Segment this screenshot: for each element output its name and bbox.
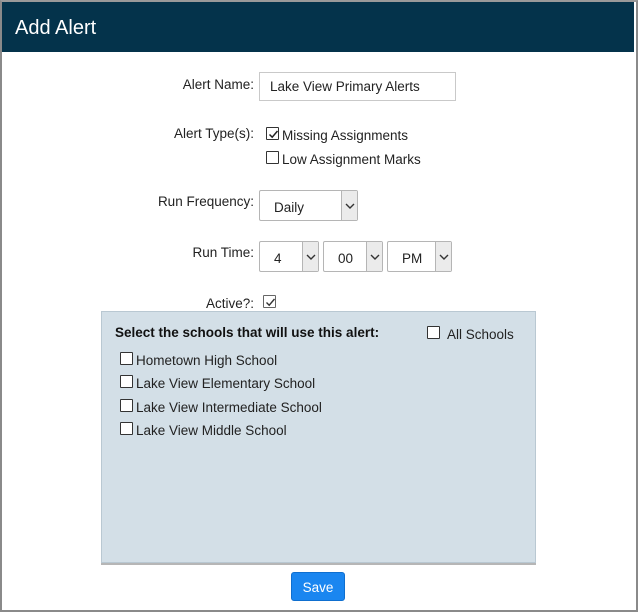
alert-name-label: Alert Name: [182,77,254,92]
chevron-down-icon [302,242,318,271]
run-time-ampm-value: PM [402,251,423,266]
missing-assignments-label: Missing Assignments [282,128,409,143]
school-checkbox-hometown-high[interactable] [120,352,133,365]
missing-assignments-checkbox[interactable] [266,127,279,140]
schools-panel: Select the schools that will use this al… [101,311,536,563]
save-button[interactable]: Save [291,572,345,601]
run-frequency-select[interactable]: Daily [259,190,358,221]
run-time-ampm-select[interactable]: PM [387,241,452,272]
alert-types-label: Alert Type(s): [173,126,254,141]
school-label: Lake View Intermediate School [136,400,322,415]
active-checkbox[interactable] [263,295,276,308]
school-checkbox-lake-view-intermediate[interactable] [120,399,133,412]
run-frequency-value: Daily [274,200,305,215]
chevron-down-icon [341,191,357,220]
chevron-down-icon [366,242,382,271]
low-assignment-marks-checkbox[interactable] [266,151,279,164]
run-time-minute-select[interactable]: 00 [323,241,383,272]
low-assignment-marks-label: Low Assignment Marks [282,152,421,167]
schools-panel-title: Select the schools that will use this al… [115,325,380,340]
alert-name-input[interactable] [259,72,456,101]
school-checkbox-lake-view-elementary[interactable] [120,375,133,388]
school-label: Hometown High School [136,353,278,368]
run-frequency-label: Run Frequency: [157,194,254,209]
chevron-down-icon [435,242,451,271]
all-schools-label: All Schools [447,327,514,342]
active-label: Active?: [205,296,254,311]
school-checkbox-lake-view-middle[interactable] [120,422,133,435]
divider [101,563,536,565]
school-label: Lake View Elementary School [136,376,316,391]
run-time-hour-value: 4 [274,251,282,266]
all-schools-checkbox[interactable] [427,326,440,339]
checkmark-icon [268,130,279,139]
run-time-label: Run Time: [192,245,254,260]
school-label: Lake View Middle School [136,423,287,438]
run-time-hour-select[interactable]: 4 [259,241,319,272]
dialog-title: Add Alert [15,17,97,39]
dialog-header: Add Alert [2,2,634,52]
run-time-minute-value: 00 [338,251,354,266]
checkmark-icon [266,298,276,307]
